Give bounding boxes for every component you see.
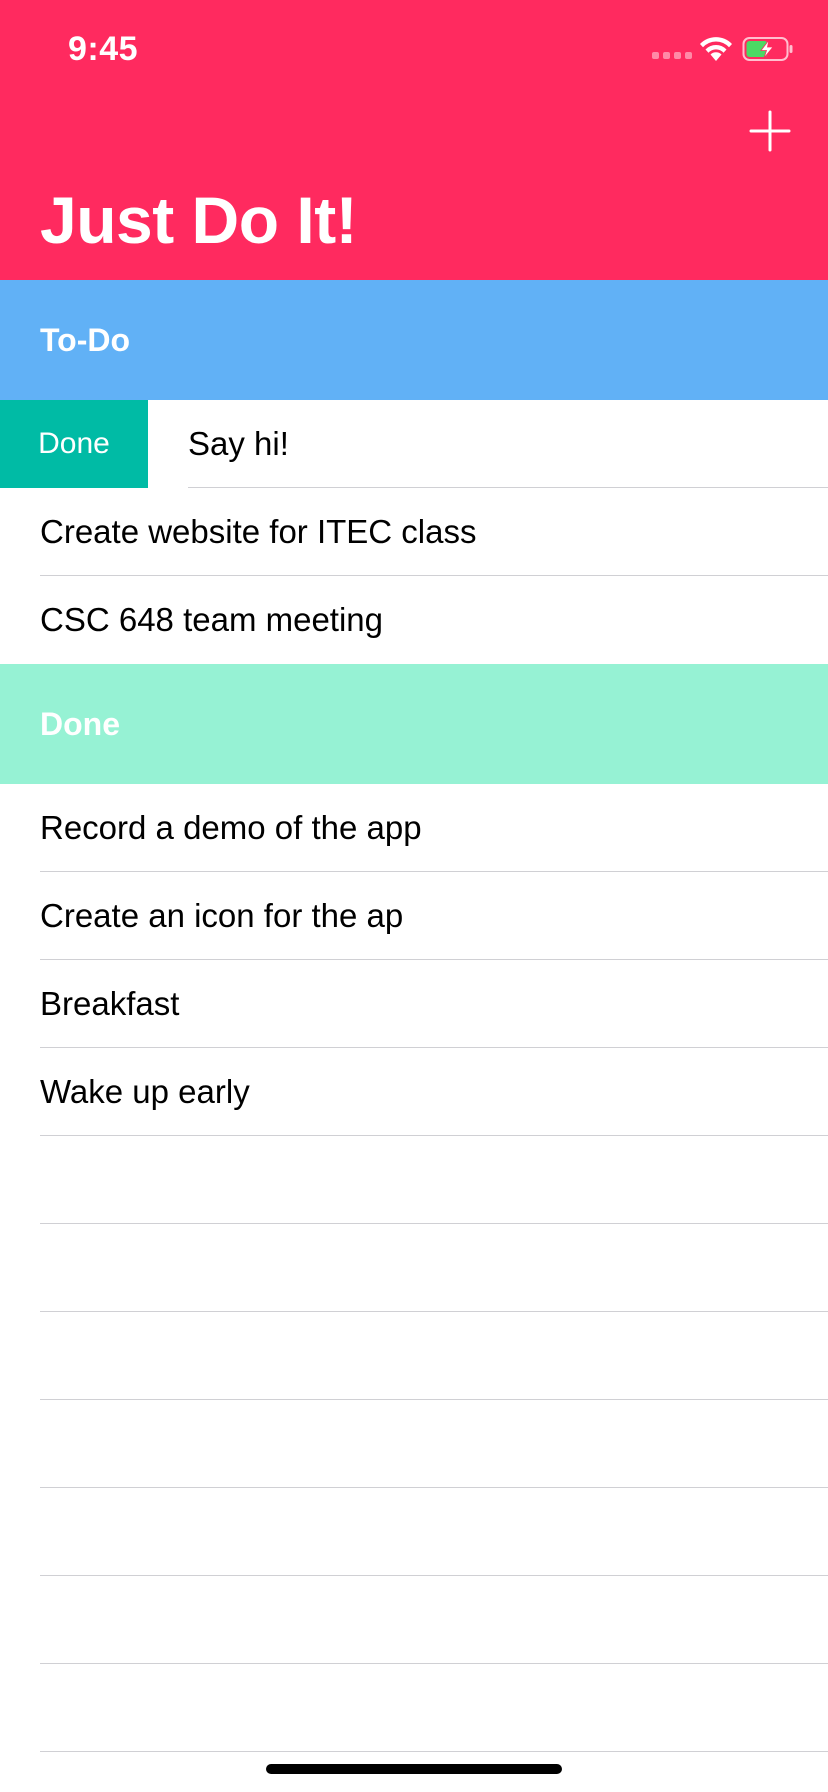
- todo-row[interactable]: Create website for ITEC class: [0, 488, 828, 576]
- battery-charging-icon: [742, 37, 793, 61]
- todo-item-label: Create website for ITEC class: [40, 513, 477, 550]
- done-item-label: Breakfast: [40, 985, 180, 1022]
- todo-item-label: CSC 648 team meeting: [40, 601, 384, 638]
- done-row[interactable]: Record a demo of the app: [0, 784, 828, 872]
- section-header-todo: To-Do: [0, 280, 828, 400]
- done-row[interactable]: Breakfast: [0, 960, 828, 1048]
- plus-icon: [749, 110, 791, 152]
- app-screen: 9:45 Just Do It! To-Do Done Say hi! Crea…: [0, 0, 828, 1792]
- signal-icon: [652, 52, 692, 59]
- row-separator: [40, 1751, 828, 1752]
- done-item-label: Create an icon for the ap: [40, 897, 404, 934]
- empty-row: [0, 1224, 828, 1312]
- section-title-done: Done: [40, 706, 120, 742]
- empty-row: [0, 1312, 828, 1400]
- todo-row-swiped[interactable]: Done Say hi!: [0, 400, 828, 488]
- todo-item-label: Say hi!: [188, 425, 289, 462]
- done-row[interactable]: Wake up early: [0, 1048, 828, 1136]
- done-item-label: Record a demo of the app: [40, 809, 422, 846]
- navigation-bar: 9:45 Just Do It!: [0, 0, 828, 280]
- home-indicator[interactable]: [266, 1764, 562, 1774]
- empty-row: [0, 1664, 828, 1752]
- done-row[interactable]: Create an icon for the ap: [0, 872, 828, 960]
- page-title: Just Do It!: [40, 183, 358, 257]
- add-button[interactable]: [740, 100, 800, 160]
- section-title-todo: To-Do: [40, 322, 131, 358]
- empty-row: [0, 1488, 828, 1576]
- status-time: 9:45: [68, 30, 139, 68]
- todo-row[interactable]: CSC 648 team meeting: [0, 576, 828, 664]
- empty-row: [0, 1400, 828, 1488]
- section-header-done: Done: [0, 664, 828, 784]
- done-item-label: Wake up early: [40, 1073, 250, 1110]
- done-swipe-button[interactable]: Done: [0, 400, 148, 488]
- empty-row: [0, 1576, 828, 1664]
- wifi-icon: [700, 37, 732, 61]
- empty-row: [0, 1136, 828, 1224]
